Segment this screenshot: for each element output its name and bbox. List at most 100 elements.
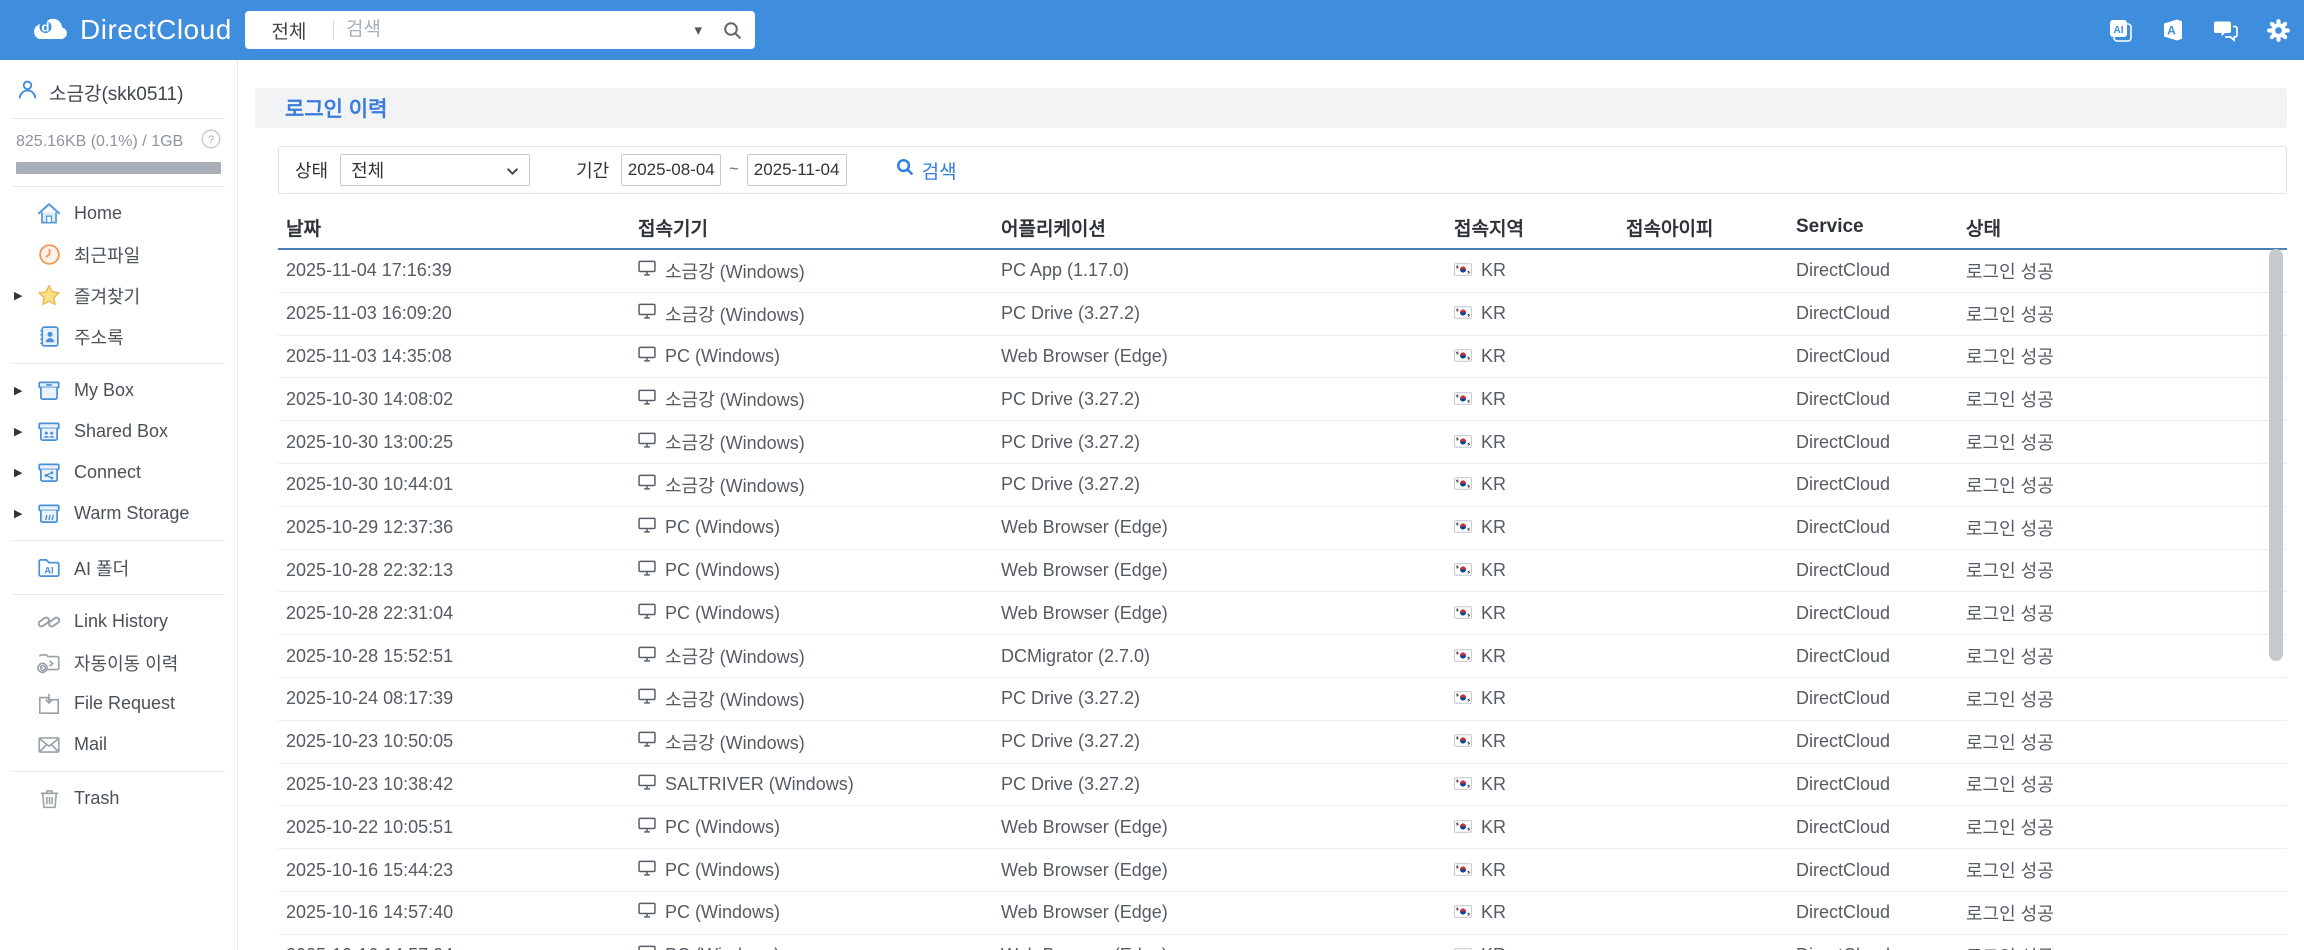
sidebar-item-warm-storage[interactable]: ▶ Warm Storage: [0, 493, 237, 534]
sidebar-item-즐겨찾기[interactable]: ▶ 즐겨찾기: [0, 275, 237, 316]
sidebar-item-shared-box[interactable]: ▶ Shared Box: [0, 411, 237, 452]
korea-flag-icon: [1454, 560, 1472, 581]
expand-arrow-icon[interactable]: ▶: [14, 466, 22, 479]
user-icon: [16, 78, 39, 106]
sidebar-item-label: 자동이동 이력: [74, 653, 179, 674]
search-scope-caret-icon[interactable]: ▾: [694, 21, 702, 39]
cell-application: DCMigrator (2.7.0): [1001, 645, 1151, 666]
cell-status: 로그인 성공: [1966, 390, 2054, 411]
cell-application: Web Browser (Edge): [1001, 559, 1168, 580]
brand-name: DirectCloud: [80, 14, 232, 45]
office-translate-icon[interactable]: A: [2160, 17, 2186, 43]
search-icon[interactable]: [722, 20, 743, 41]
expand-arrow-icon[interactable]: ▶: [14, 507, 22, 520]
expand-arrow-icon[interactable]: ▶: [14, 384, 22, 397]
sidebar-item-label: Shared Box: [74, 421, 169, 441]
user-profile[interactable]: 소금강(skk0511): [0, 60, 237, 106]
cloud-logo-icon: d: [30, 13, 70, 48]
sidebar-item-자동이동-이력[interactable]: 자동이동 이력: [0, 642, 237, 683]
search-input[interactable]: [334, 19, 695, 41]
cell-status: 로그인 성공: [1966, 433, 2054, 454]
korea-flag-icon: [1454, 902, 1472, 923]
sidebar-item-ai-폴더[interactable]: AI AI 폴더: [0, 547, 237, 588]
cell-region: KR: [1446, 389, 1618, 410]
cell-service: DirectCloud: [1796, 902, 1891, 923]
addressbook-icon: [36, 324, 62, 349]
sidebar-item-최근파일[interactable]: 최근파일: [0, 234, 237, 275]
korea-flag-icon: [1454, 303, 1472, 324]
sidebar-item-trash[interactable]: Trash: [0, 778, 237, 819]
korea-flag-icon: [1454, 945, 1472, 950]
ai-assistant-icon[interactable]: AI: [2107, 17, 2134, 44]
cell-date: 2025-10-28 22:32:13: [286, 559, 454, 580]
cell-region: KR: [1446, 260, 1618, 281]
mybox-icon: [36, 378, 62, 404]
cell-device: PC (Windows): [630, 860, 993, 881]
global-search: 전체 ▾: [245, 11, 755, 49]
cell-date: 2025-10-23 10:38:42: [286, 773, 454, 794]
search-scope-selector[interactable]: 전체: [245, 17, 333, 44]
monitor-icon: [638, 432, 656, 453]
chat-icon[interactable]: [2212, 17, 2239, 43]
status-select[interactable]: 전체: [340, 154, 531, 186]
date-to-input[interactable]: [746, 154, 847, 186]
column-header: Service: [1796, 216, 1864, 237]
cell-application: PC Drive (3.27.2): [1001, 431, 1141, 452]
home-icon: [36, 201, 62, 227]
cell-status: 로그인 성공: [1966, 903, 2054, 924]
sidebar-item-label: 즐겨찾기: [74, 286, 141, 307]
korea-flag-icon: [1454, 346, 1472, 367]
cell-region: KR: [1446, 902, 1618, 923]
search-button[interactable]: 검색: [895, 157, 957, 184]
cell-device: 소금강 (Windows): [630, 386, 993, 412]
star-icon: [36, 283, 62, 308]
cell-service: DirectCloud: [1796, 559, 1891, 580]
vertical-scrollbar[interactable]: [2269, 249, 2283, 661]
table-row: 2025-10-23 10:50:05 소금강 (Windows) PC Dri…: [278, 721, 2287, 764]
brand-logo[interactable]: d DirectCloud: [30, 13, 232, 48]
table-row: 2025-11-03 14:35:08 PC (Windows) Web Bro…: [278, 336, 2287, 379]
cell-application: PC Drive (3.27.2): [1001, 303, 1141, 324]
sidebar-item-mail[interactable]: Mail: [0, 724, 237, 765]
page-title: 로그인 이력: [285, 98, 388, 121]
cell-status: 로그인 성공: [1966, 261, 2054, 282]
column-header: 어플리케이션: [1001, 218, 1106, 240]
monitor-icon: [638, 560, 656, 581]
date-from-input[interactable]: [621, 154, 722, 186]
status-label: 상태: [295, 161, 329, 181]
sidebar-item-link-history[interactable]: Link History: [0, 601, 237, 642]
settings-gear-icon[interactable]: [2265, 17, 2292, 44]
cell-application: Web Browser (Edge): [1001, 345, 1168, 366]
cell-service: DirectCloud: [1796, 859, 1891, 880]
cell-date: 2025-10-23 10:50:05: [286, 731, 454, 752]
divider: [12, 363, 225, 364]
help-icon[interactable]: ?: [201, 129, 221, 154]
sidebar-item-주소록[interactable]: 주소록: [0, 316, 237, 357]
monitor-icon: [638, 346, 656, 367]
table-row: 2025-10-29 12:37:36 PC (Windows) Web Bro…: [278, 507, 2287, 550]
expand-arrow-icon[interactable]: ▶: [14, 425, 22, 438]
sidebar-item-file-request[interactable]: File Request: [0, 683, 237, 724]
cell-date: 2025-10-30 13:00:25: [286, 431, 454, 452]
table-row: 2025-10-22 10:05:51 PC (Windows) Web Bro…: [278, 806, 2287, 850]
sidebar-item-connect[interactable]: ▶ Connect: [0, 452, 237, 493]
sidebar-item-home[interactable]: Home: [0, 193, 237, 234]
sidebar-item-label: 주소록: [74, 327, 124, 348]
search-button-label: 검색: [921, 161, 957, 183]
expand-arrow-icon[interactable]: ▶: [14, 289, 22, 302]
cell-application: PC Drive (3.27.2): [1001, 688, 1141, 709]
cell-device: PC (Windows): [630, 346, 993, 367]
cell-service: DirectCloud: [1796, 260, 1891, 281]
table-row: 2025-10-24 08:17:39 소금강 (Windows) PC Dri…: [278, 678, 2287, 721]
svg-text:AI: AI: [2114, 25, 2124, 36]
cell-date: 2025-10-30 10:44:01: [286, 474, 454, 495]
cell-service: DirectCloud: [1796, 345, 1891, 366]
cell-date: 2025-10-28 22:31:04: [286, 602, 454, 623]
table-row: 2025-10-30 14:08:02 소금강 (Windows) PC Dri…: [278, 378, 2287, 422]
monitor-icon: [638, 260, 656, 281]
period-label: 기간: [576, 161, 610, 181]
sidebar-item-my-box[interactable]: ▶ My Box: [0, 370, 237, 411]
cell-service: DirectCloud: [1796, 474, 1891, 495]
cell-status: 로그인 성공: [1966, 861, 2054, 882]
filter-bar: 상태 전체 기간 ~ 검색: [278, 146, 2287, 194]
